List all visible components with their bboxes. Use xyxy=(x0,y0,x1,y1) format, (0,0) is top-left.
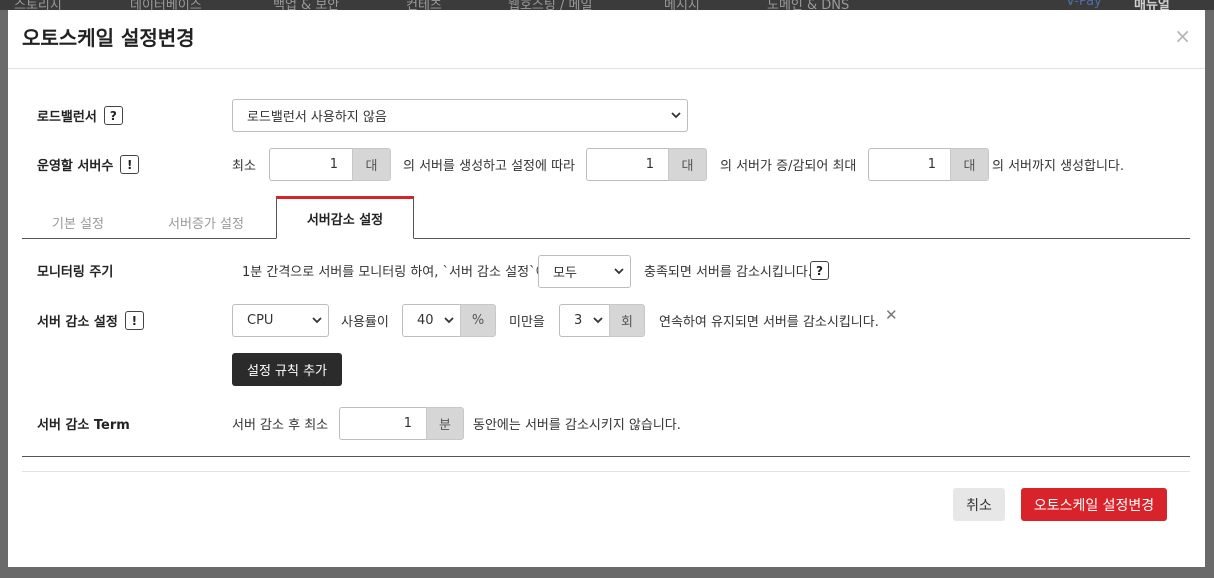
monitoring-end-text: 충족되면 서버를 감소시킵니다. xyxy=(644,265,812,280)
monitoring-text: 1분 간격으로 서버를 모니터링 하여, `서버 감소 설정`이 xyxy=(242,265,548,280)
servers-mid-text: 의 서버를 생성하고 설정에 따라 xyxy=(403,159,576,174)
cancel-button[interactable]: 취소 xyxy=(953,488,1005,521)
server-count-label-text: 운영할 서버수 xyxy=(37,159,114,174)
max-servers-stepper: 1 대 xyxy=(868,148,989,181)
reduce-rule-label: 서버 감소 설정 ! xyxy=(37,311,144,330)
close-icon[interactable]: × xyxy=(1174,26,1191,46)
chevron-down-icon xyxy=(444,317,454,324)
servers-end-text: 의 서버까지 생성합니다. xyxy=(992,159,1124,174)
count-unit: 회 xyxy=(609,304,645,337)
metric-select[interactable]: CPU xyxy=(232,304,329,337)
help-icon[interactable]: ? xyxy=(810,261,829,280)
background-right-edge xyxy=(1205,10,1214,578)
info-icon[interactable]: ! xyxy=(124,311,144,330)
tab-scale-up-settings[interactable]: 서버증가 설정 xyxy=(156,206,256,239)
bg-nav-item: 컨테츠 xyxy=(406,0,442,10)
tab-basic-settings[interactable]: 기본 설정 xyxy=(38,206,118,239)
load-balancer-label-text: 로드밸런서 xyxy=(37,110,97,125)
background-bottom-edge xyxy=(0,567,1214,578)
background-left-edge xyxy=(0,10,8,578)
chevron-down-icon xyxy=(593,317,603,324)
percent-select-group: 40 % xyxy=(402,304,496,337)
tab-scale-down-settings[interactable]: 서버감소 설정 xyxy=(276,196,414,239)
background-top-nav: 스토리지 데이터베이스 백업 & 보안 컨테츠 웹호스팅 / 메일 메시지 도메… xyxy=(0,0,1214,10)
unit-label: 대 xyxy=(352,148,391,181)
bg-nav-item: 매뉴얼 xyxy=(1134,0,1170,10)
chevron-down-icon xyxy=(614,268,624,275)
term-text: 서버 감소 후 최소 xyxy=(232,418,329,433)
footer-divider xyxy=(22,471,1190,472)
bg-nav-item: 도메인 & DNS xyxy=(767,0,850,10)
monitoring-cycle-label: 모니터링 주기 xyxy=(37,265,114,280)
modal-title: 오토스케일 설정변경 xyxy=(22,26,195,50)
info-icon[interactable]: ! xyxy=(120,155,140,174)
bg-nav-item: 데이터베이스 xyxy=(130,0,202,10)
min-servers-stepper: 1 대 xyxy=(269,148,391,181)
load-balancer-select[interactable]: 로드밸런서 사용하지 않음 xyxy=(232,99,688,132)
load-balancer-label: 로드밸런서 ? xyxy=(37,106,123,125)
server-count-label: 운영할 서버수 ! xyxy=(37,155,140,174)
reduce-rule-end-text: 연속하여 유지되면 서버를 감소시킵니다. xyxy=(659,315,879,330)
bg-nav-item: 웹호스팅 / 메일 xyxy=(508,0,593,10)
below-text: 미만을 xyxy=(509,315,545,330)
term-stepper: 1 분 xyxy=(339,407,464,440)
change-servers-stepper: 1 대 xyxy=(586,148,707,181)
bg-nav-item: 스토리지 xyxy=(14,0,62,10)
change-servers-input[interactable]: 1 xyxy=(586,148,668,181)
count-selected: 3 xyxy=(574,313,583,328)
chevron-down-icon xyxy=(671,112,681,119)
bg-nav-item: V-Pay xyxy=(1066,0,1102,9)
unit-label: 대 xyxy=(668,148,707,181)
autoscale-settings-modal: 오토스케일 설정변경 × 로드밸런서 ? 로드밸런서 사용하지 않음 운영할 서… xyxy=(8,10,1205,567)
monitoring-condition-selected: 모두 xyxy=(553,266,577,281)
percent-select[interactable]: 40 xyxy=(402,304,460,337)
remove-rule-icon[interactable]: ✕ xyxy=(885,308,898,323)
max-servers-input[interactable]: 1 xyxy=(868,148,950,181)
add-rule-button[interactable]: 설정 규칙 추가 xyxy=(232,353,342,386)
percent-selected: 40 xyxy=(417,313,434,328)
monitoring-condition-select[interactable]: 모두 xyxy=(538,255,631,288)
count-select-group: 3 회 xyxy=(559,304,645,337)
usage-text: 사용률이 xyxy=(341,315,389,330)
load-balancer-selected: 로드밸런서 사용하지 않음 xyxy=(247,110,387,125)
term-input[interactable]: 1 xyxy=(339,407,426,440)
chevron-down-icon xyxy=(312,317,322,324)
help-icon[interactable]: ? xyxy=(103,106,123,125)
servers-mid2-text: 의 서버가 증/감되어 최대 xyxy=(720,159,857,174)
percent-unit: % xyxy=(460,304,496,337)
count-select[interactable]: 3 xyxy=(559,304,609,337)
modal-header: 오토스케일 설정변경 × xyxy=(8,10,1205,69)
bg-nav-item: 백업 & 보안 xyxy=(273,0,340,10)
metric-selected: CPU xyxy=(247,313,274,328)
term-unit: 분 xyxy=(426,407,464,440)
section-divider xyxy=(22,456,1190,457)
min-servers-input[interactable]: 1 xyxy=(269,148,352,181)
confirm-autoscale-button[interactable]: 오토스케일 설정변경 xyxy=(1021,488,1167,521)
term-end-text: 동안에는 서버를 감소시키지 않습니다. xyxy=(473,418,681,433)
reduce-rule-label-text: 서버 감소 설정 xyxy=(37,315,118,330)
reduce-term-label: 서버 감소 Term xyxy=(37,418,130,433)
bg-nav-item: 메시지 xyxy=(664,0,700,10)
min-text: 최소 xyxy=(232,159,256,174)
unit-label: 대 xyxy=(950,148,989,181)
